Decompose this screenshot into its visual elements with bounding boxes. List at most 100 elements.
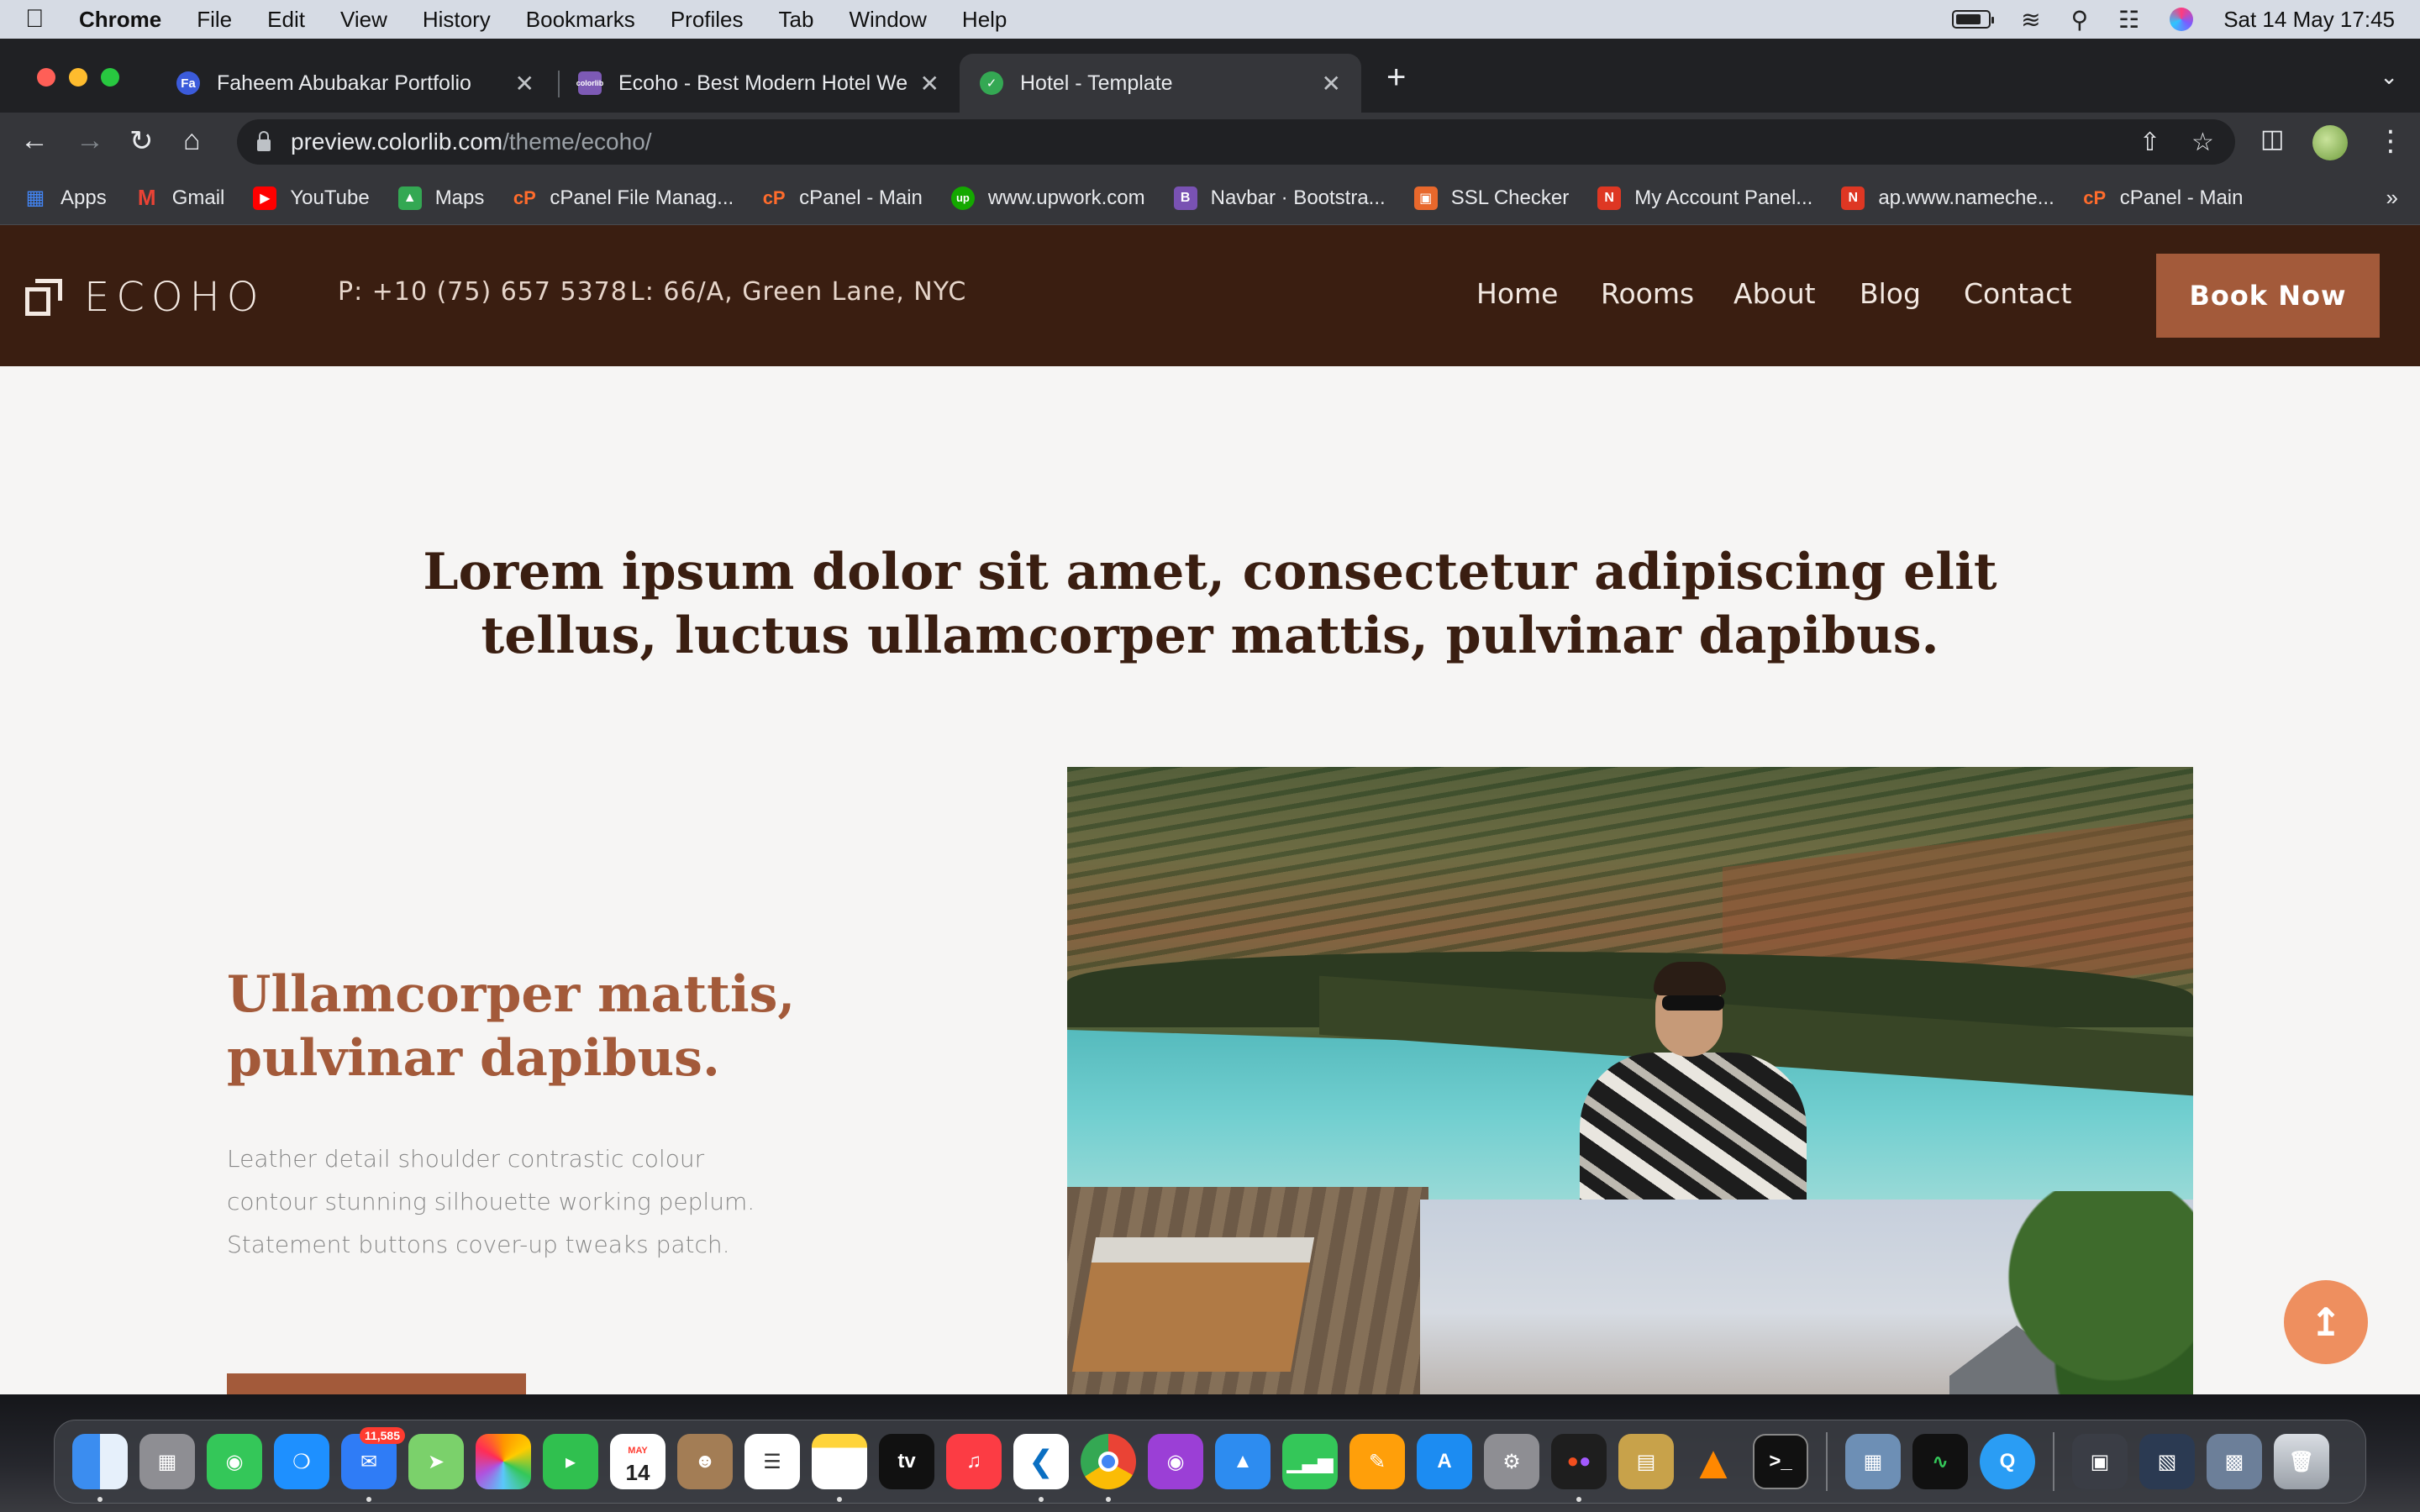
tab-search-chevron-icon[interactable]: ⌄ xyxy=(2380,64,2398,90)
bookmark-ssl-checker[interactable]: ▣ SSL Checker xyxy=(1413,186,1569,210)
tab-title: Hotel - Template xyxy=(1020,71,1173,95)
chrome-menu-icon[interactable]: ⋮ xyxy=(2376,124,2405,158)
window-minimize-icon[interactable] xyxy=(69,68,87,87)
menu-view[interactable]: View xyxy=(340,7,387,33)
podcasts-icon[interactable]: ◉ xyxy=(1148,1434,1203,1489)
system-preferences-icon[interactable]: ⚙ xyxy=(1484,1434,1539,1489)
numbers-icon[interactable]: ▁▃▅ xyxy=(1282,1434,1338,1489)
nav-contact[interactable]: Contact xyxy=(1964,277,2071,310)
menu-app-name[interactable]: Chrome xyxy=(79,7,161,33)
notes-icon[interactable] xyxy=(812,1434,867,1502)
more-bookmarks-icon[interactable]: » xyxy=(2386,185,2398,211)
music-icon[interactable]: ♫ xyxy=(946,1434,1002,1489)
scroll-to-top-button[interactable]: ↥ xyxy=(2284,1280,2368,1364)
apple-menu-icon[interactable]:  xyxy=(25,5,62,34)
nav-about[interactable]: About xyxy=(1733,277,1816,310)
bookmark-cpanel-file-manager[interactable]: cP cPanel File Manag... xyxy=(513,186,734,210)
window-close-icon[interactable] xyxy=(37,68,55,87)
bookmark-upwork[interactable]: up www.upwork.com xyxy=(950,186,1145,210)
share-icon[interactable]: ⇧ xyxy=(2139,128,2160,157)
lock-icon[interactable] xyxy=(257,131,271,151)
vscode-icon[interactable]: ❮ xyxy=(1013,1434,1069,1502)
mail-icon[interactable]: ✉ 11,585 xyxy=(341,1427,405,1502)
keynote-icon[interactable]: ▲ xyxy=(1215,1434,1270,1489)
photos-icon[interactable] xyxy=(476,1434,531,1489)
bookmark-label: Navbar · Bootstra... xyxy=(1210,186,1386,209)
bookmark-namecheap[interactable]: Nap.www.nameche... xyxy=(1841,186,2054,210)
tab-ecoho[interactable]: colorlib Ecoho - Best Modern Hotel We ✕ xyxy=(558,54,960,113)
control-center-icon[interactable]: ☷ xyxy=(2118,6,2139,34)
contacts-icon[interactable]: ☻ xyxy=(677,1434,733,1489)
calendar-icon[interactable]: MAY 14 xyxy=(610,1434,666,1489)
bookmark-my-account-panel[interactable]: N My Account Panel... xyxy=(1597,186,1812,210)
header-phone[interactable]: P: +10 (75) 657 5378 xyxy=(338,277,628,307)
chrome-icon[interactable] xyxy=(1081,1434,1136,1502)
battery-icon[interactable] xyxy=(1952,10,1995,29)
app-store-icon[interactable]: A xyxy=(1417,1434,1472,1489)
image-capture-icon[interactable]: ▩ xyxy=(2207,1434,2262,1489)
tab-hotel-template[interactable]: ✓ Hotel - Template ✕ xyxy=(960,54,1361,113)
menu-profiles[interactable]: Profiles xyxy=(671,7,744,33)
terminal-icon[interactable]: >_ xyxy=(1753,1434,1808,1489)
site-logo[interactable]: ECOHO xyxy=(25,274,266,321)
menu-edit[interactable]: Edit xyxy=(267,7,305,33)
bookmark-apps[interactable]: ▦ Apps xyxy=(24,186,107,210)
finder-icon[interactable] xyxy=(72,1434,128,1502)
preview-icon[interactable]: ▦ xyxy=(1845,1434,1901,1489)
reminders-icon[interactable]: ☰ xyxy=(744,1434,800,1489)
new-tab-icon[interactable]: + xyxy=(1386,59,1406,97)
tab-portfolio[interactable]: Fa Faheem Abubakar Portfolio ✕ xyxy=(156,54,555,113)
messages-icon[interactable]: ◉ xyxy=(207,1434,262,1489)
nav-rooms[interactable]: Rooms xyxy=(1601,277,1694,310)
spotlight-search-icon[interactable]: ⚲ xyxy=(2071,6,2089,34)
menu-tab[interactable]: Tab xyxy=(779,7,814,33)
menu-window[interactable]: Window xyxy=(849,7,926,33)
window-stack-icon[interactable]: ▧ xyxy=(2139,1434,2195,1489)
forward-arrow-icon[interactable]: → xyxy=(76,124,104,157)
bookmark-youtube[interactable]: ▶ YouTube xyxy=(253,186,370,210)
launchpad-icon[interactable]: ▦ xyxy=(139,1434,195,1489)
trash-icon[interactable]: 🗑 xyxy=(2274,1434,2329,1489)
screenshot-folder-icon[interactable]: ▣ xyxy=(2072,1434,2128,1489)
nav-blog[interactable]: Blog xyxy=(1860,277,1921,310)
close-tab-icon[interactable]: ✕ xyxy=(515,70,534,97)
home-icon[interactable]: ⌂ xyxy=(183,124,201,157)
menu-file[interactable]: File xyxy=(197,7,232,33)
quicktime-icon[interactable]: Q xyxy=(1980,1434,2035,1489)
vlc-icon[interactable]: ▲ xyxy=(1686,1434,1741,1489)
close-tab-icon[interactable]: ✕ xyxy=(1322,70,1341,97)
bookmark-gmail[interactable]: M Gmail xyxy=(135,185,225,210)
menu-history[interactable]: History xyxy=(423,7,491,33)
feature-button[interactable] xyxy=(227,1373,526,1394)
facetime-icon[interactable]: ▸ xyxy=(543,1434,598,1489)
apple-tv-icon[interactable]: tv xyxy=(879,1434,934,1489)
nav-home[interactable]: Home xyxy=(1476,277,1558,310)
book-now-button[interactable]: Book Now xyxy=(2156,254,2380,338)
address-bar[interactable]: preview.colorlib.com/theme/ecoho/ ⇧ ☆ xyxy=(237,119,2235,165)
maps-icon[interactable]: ➤ xyxy=(408,1434,464,1489)
bookmark-star-icon[interactable]: ☆ xyxy=(2191,128,2214,157)
reload-icon[interactable]: ↻ xyxy=(129,124,154,158)
bookmark-cpanel-main[interactable]: cP cPanel - Main xyxy=(762,186,923,210)
bookmark-cpanel-main-2[interactable]: cP cPanel - Main xyxy=(2083,186,2243,210)
menu-help[interactable]: Help xyxy=(962,7,1007,33)
back-arrow-icon[interactable]: ← xyxy=(20,124,49,157)
wifi-icon[interactable]: ≋ xyxy=(2021,6,2040,34)
safari-icon[interactable]: ❍ xyxy=(274,1434,329,1489)
bookmark-maps[interactable]: ▲ Maps xyxy=(397,186,484,210)
menu-bar-clock[interactable]: Sat 14 May 17:45 xyxy=(2223,7,2395,33)
menu-bookmarks[interactable]: Bookmarks xyxy=(526,7,635,33)
bookmark-bootstrap-navbar[interactable]: B Navbar · Bootstra... xyxy=(1173,186,1386,210)
profile-avatar[interactable] xyxy=(2312,125,2348,160)
window-zoom-icon[interactable] xyxy=(101,68,119,87)
hotel-pool-photo xyxy=(1067,767,2193,1394)
archive-utility-icon[interactable]: ▤ xyxy=(1618,1434,1674,1489)
calendar-month: MAY xyxy=(628,1446,648,1456)
side-panel-icon[interactable]: ◫ xyxy=(2260,124,2284,154)
menu-bar-status: ≋ ⚲ ☷ Sat 14 May 17:45 xyxy=(1952,0,2395,39)
activity-monitor-icon[interactable]: ∿ xyxy=(1912,1434,1968,1489)
siri-icon[interactable] xyxy=(2170,8,2194,31)
close-tab-icon[interactable]: ✕ xyxy=(920,70,939,97)
figma-icon[interactable]: ● ● xyxy=(1551,1434,1607,1502)
pages-icon[interactable]: ✎ xyxy=(1349,1434,1405,1489)
